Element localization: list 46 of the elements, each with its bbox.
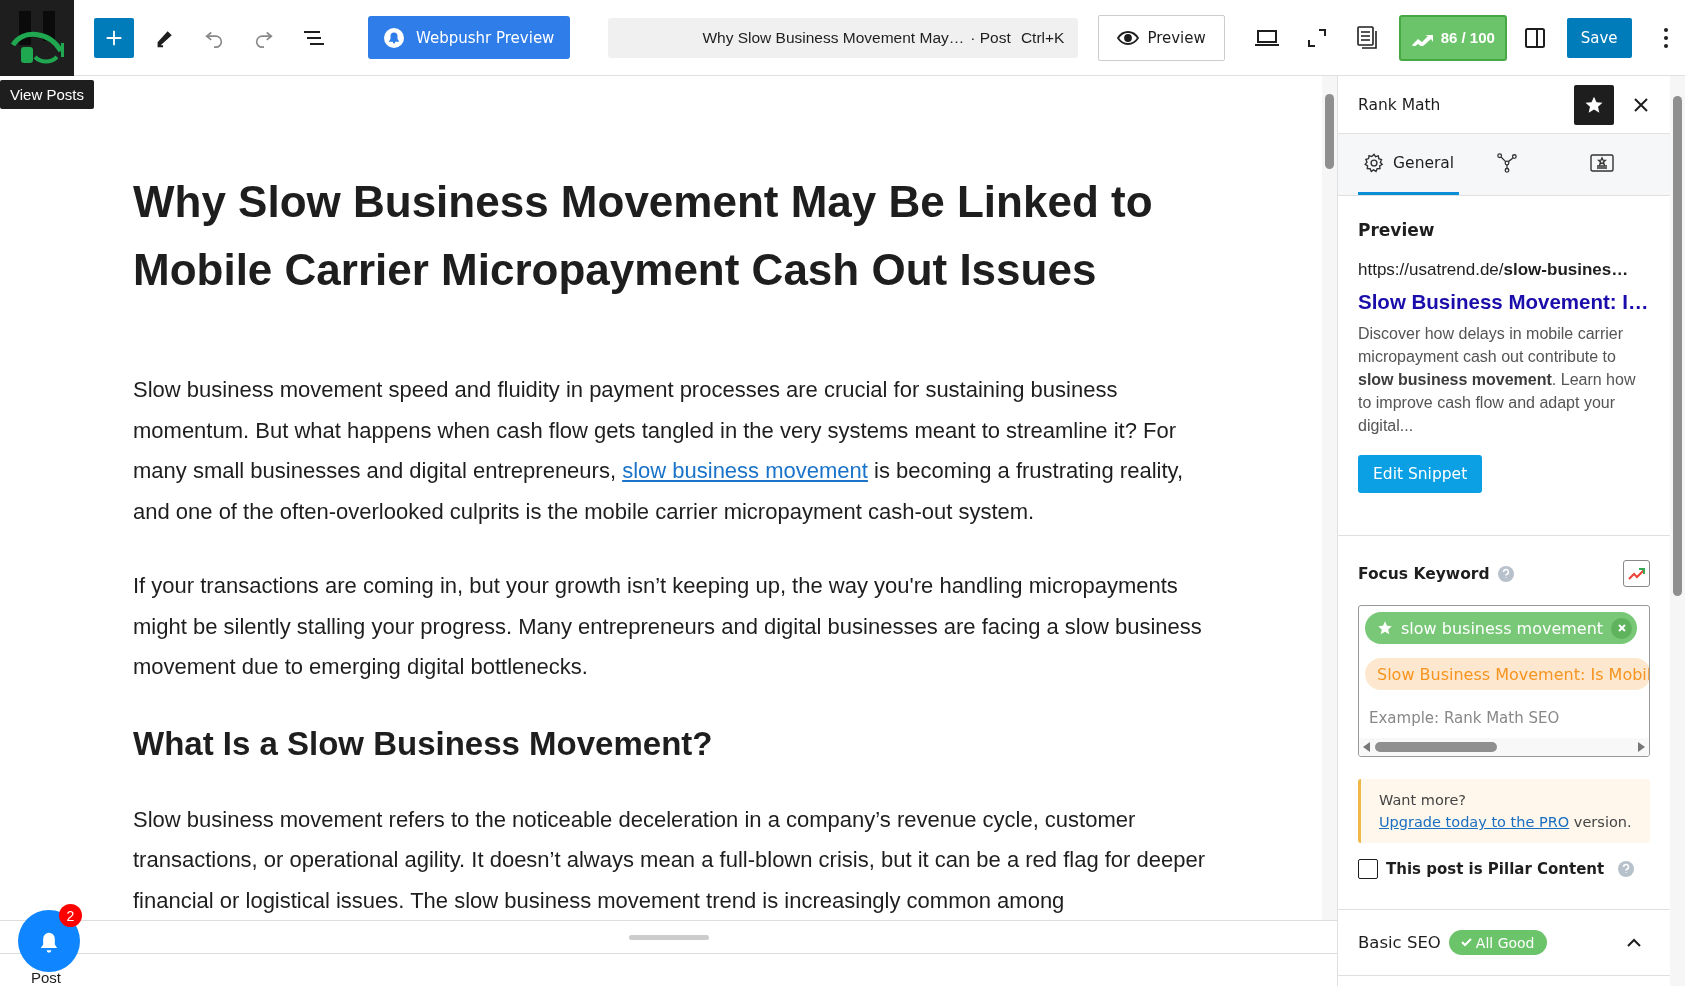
left-arrow-icon[interactable] <box>1363 742 1371 752</box>
breadcrumb[interactable]: Post <box>31 969 61 986</box>
upgrade-notice: Want more? Upgrade today to the PRO version. <box>1358 779 1650 843</box>
star-icon <box>1377 620 1393 636</box>
chevron-icon[interactable] <box>1626 937 1642 948</box>
nodes-icon <box>1495 152 1518 174</box>
status-badge: All Good <box>1448 930 1547 955</box>
preview-button[interactable]: Preview <box>1098 14 1225 61</box>
image-card-icon <box>1590 153 1615 173</box>
command-bar[interactable]: Why Slow Business Movement May… · Post Ctrl+K <box>608 17 1079 58</box>
checkbox-label[interactable]: This post is Pillar Content <box>1386 860 1605 878</box>
section-heading: What Is a Slow Business Movement? <box>133 723 714 764</box>
close-icon <box>1633 96 1649 113</box>
paragraph: Slow business movement refers to the noticeable deceleration in a company’s revenue cycle, customer transactions, or operational agility. It doesn’t always mean a full-blown crisis, but it can be a red flag for deeper financial or logistical issues. The slow business movement trend is increasingly common among <box>133 805 1207 915</box>
notification-badge: 2 <box>59 904 82 927</box>
upgrade-link[interactable]: Upgrade today to the PRO <box>1379 814 1570 830</box>
tooltip: View Posts <box>0 80 94 109</box>
webpushr-preview-button[interactable]: Webpushr Preview <box>368 16 571 59</box>
snippet-title[interactable]: Slow Business Movement: I… <box>1358 290 1650 314</box>
settings-icon <box>1363 152 1386 174</box>
field-label: Focus Keyword <box>1358 564 1490 583</box>
paragraph: Slow business movement speed and fluidity in payment processes are crucial for sustaining business momentum. But what happens when cash flow gets tangled in the very systems meant to streamline it? For many small businesses and digital entrepreneurs, slow business movement is becoming a frustrating reality, and one of the often-overlooked culprits is the mobile carrier micropayment cash-out system. <box>133 376 1184 526</box>
paragraph: If your transactions are coming in, but your growth isn’t keeping up, the way you're handling micropayments might be silently stalling your progress. Many entrepreneurs and digital businesses are facing a slow business movement due to emerging digital bottlenecks. <box>133 572 1203 681</box>
text-link[interactable]: slow business movement <box>622 458 868 483</box>
panel-title: Rank Math <box>1358 95 1441 114</box>
section-title[interactable]: Basic SEO <box>1358 933 1441 952</box>
trend-icon <box>1627 566 1646 581</box>
close-icon <box>1616 623 1627 633</box>
post-title[interactable]: Why Slow Business Movement May Be Linked to Mobile Carrier Micropayment Cash Out Issues <box>133 168 1203 304</box>
edit-snippet-button[interactable]: Edit Snippet <box>1358 455 1483 493</box>
remove-icon[interactable] <box>1611 617 1633 639</box>
scrollbar[interactable] <box>1359 738 1649 756</box>
trends-button[interactable] <box>1623 560 1650 587</box>
star-button[interactable] <box>1574 84 1614 125</box>
right-arrow-icon[interactable] <box>1637 742 1645 752</box>
scrollbar[interactable] <box>1670 76 1685 986</box>
add-block-button[interactable] <box>94 17 134 58</box>
save-button[interactable]: Save <box>1566 17 1632 58</box>
snippet-description: Discover how delays in mobile carrier micropayment cash out contribute to slow business movement. Learn how to improve cash flow and adapt your digital... <box>1358 324 1637 436</box>
snippet-url: https://usatrend.de/slow-busines… <box>1358 260 1630 280</box>
bell-icon <box>384 27 404 48</box>
site-logo[interactable] <box>0 0 74 76</box>
scrollbar[interactable] <box>1322 76 1337 920</box>
eye-icon <box>1117 29 1140 46</box>
section-title: Preview <box>1358 220 1436 240</box>
checkbox[interactable] <box>1358 859 1378 879</box>
